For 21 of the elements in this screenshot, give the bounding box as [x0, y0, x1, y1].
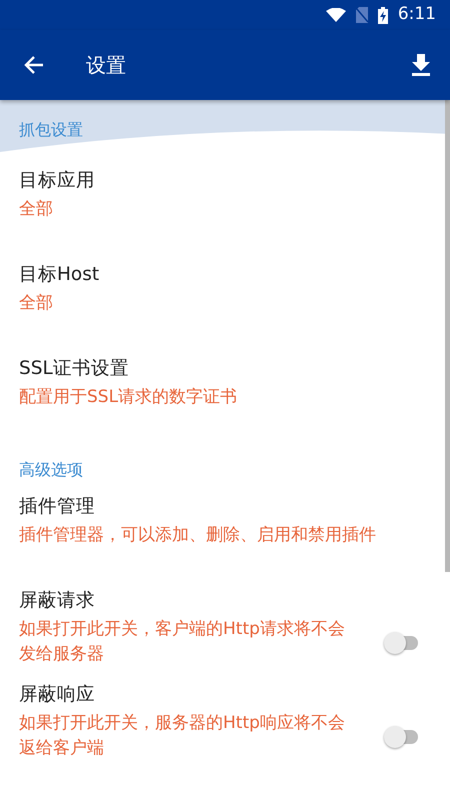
- download-icon[interactable]: [412, 54, 430, 76]
- setting-title[interactable]: 屏蔽响应: [19, 682, 388, 708]
- setting-title[interactable]: SSL证书设置: [19, 356, 430, 382]
- setting-title[interactable]: 插件管理: [19, 494, 430, 520]
- setting-summary: 插件管理器，可以添加、删除、启用和禁用插件: [19, 524, 377, 547]
- section-header: 抓包设置: [18, 119, 84, 141]
- section-header: 高级选项: [18, 459, 84, 481]
- no-sim-icon: [356, 7, 368, 23]
- status-time: 6:11: [398, 3, 436, 26]
- setting-title[interactable]: 目标Host: [19, 262, 430, 288]
- setting-summary: 如果打开此开关，客户端的Http请求将不会发给服务器: [19, 618, 346, 666]
- setting-summary: 全部: [19, 198, 54, 221]
- setting-summary: 配置用于SSL请求的数字证书: [19, 386, 238, 409]
- setting-summary: 如果打开此开关，服务器的Http响应将不会返给客户端: [19, 712, 346, 760]
- screen-title: 设置: [86, 52, 127, 79]
- setting-summary: 全部: [19, 292, 54, 315]
- wifi-icon: [326, 8, 346, 22]
- battery-charging-icon: [378, 6, 388, 24]
- back-arrow-icon[interactable]: [24, 56, 44, 74]
- setting-title[interactable]: 屏蔽请求: [19, 588, 388, 614]
- setting-title[interactable]: 目标应用: [19, 168, 430, 194]
